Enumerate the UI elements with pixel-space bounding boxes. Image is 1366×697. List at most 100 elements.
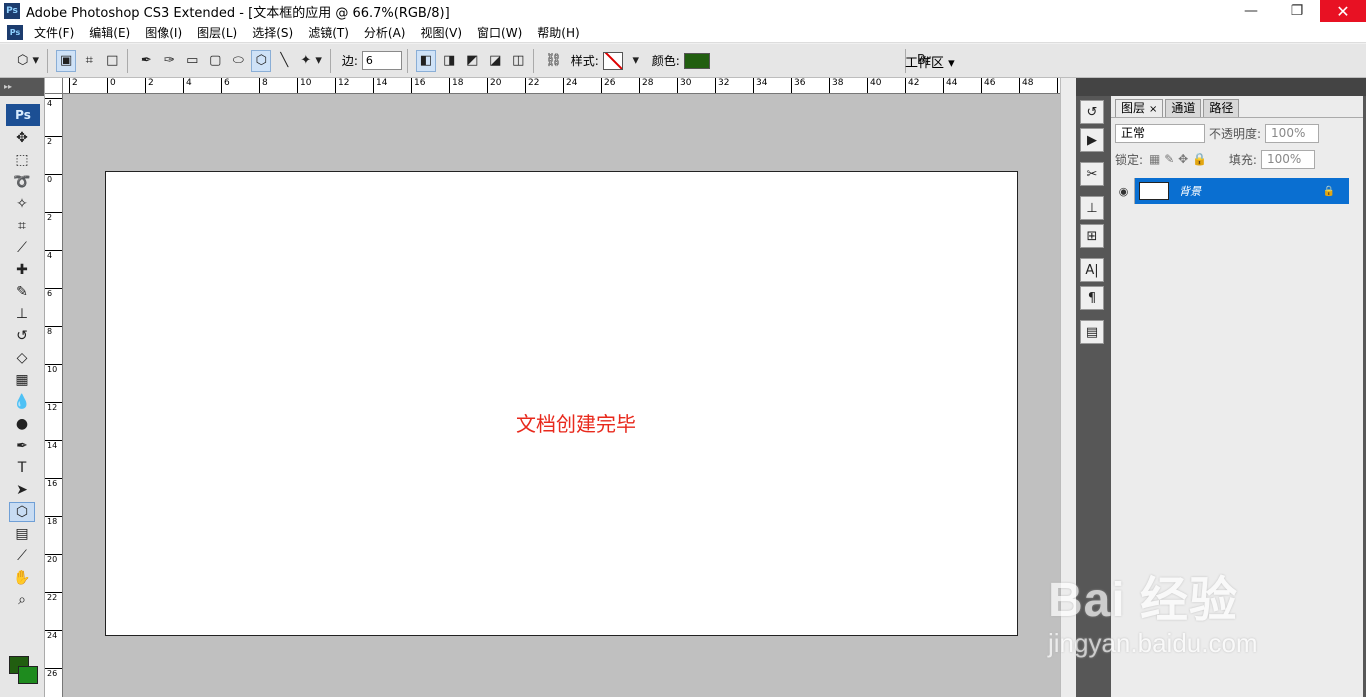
- canvas-text[interactable]: 文档创建完毕: [516, 408, 636, 437]
- menu-bar: Ps 文件(F) 编辑(E) 图像(I) 图层(L) 选择(S) 滤镜(T) 分…: [0, 22, 1366, 62]
- restore-button[interactable]: ❐: [1274, 0, 1320, 22]
- menu-edit[interactable]: 编辑(E): [85, 24, 134, 41]
- zoom-tool-icon[interactable]: ⌕: [9, 590, 35, 610]
- type-tool-icon[interactable]: T: [9, 458, 35, 478]
- eyedropper-tool-icon[interactable]: ⟋: [9, 546, 35, 566]
- divider: [406, 48, 408, 73]
- shape-layers-mode-button[interactable]: ▣: [56, 49, 77, 72]
- tab-channels[interactable]: 通道: [1165, 99, 1202, 117]
- intersect-area-button[interactable]: ◪: [485, 50, 505, 72]
- menu-help[interactable]: 帮助(H): [533, 24, 583, 41]
- close-button[interactable]: ✕: [1320, 0, 1366, 22]
- exclude-area-button[interactable]: ◫: [508, 50, 528, 72]
- tab-layers[interactable]: 图层 ×: [1115, 99, 1164, 117]
- fill-field[interactable]: 100%: [1260, 149, 1315, 169]
- gradient-tool-icon[interactable]: ▦: [9, 370, 35, 390]
- clone-stamp-tool-icon[interactable]: ⊥: [9, 304, 35, 324]
- panel-header[interactable]: [1108, 78, 1366, 96]
- eraser-tool-icon[interactable]: ◇: [9, 348, 35, 368]
- app-logo-icon: Ps: [4, 3, 20, 19]
- history-panel-icon[interactable]: ↺: [1080, 100, 1104, 124]
- menu-select[interactable]: 选择(S): [248, 24, 297, 41]
- add-area-button[interactable]: ◨: [439, 50, 459, 72]
- tool-preset-picker[interactable]: ⬡ ▾: [14, 50, 42, 72]
- opacity-field[interactable]: 100%: [1265, 123, 1320, 143]
- canvas-area[interactable]: 文档创建完毕: [63, 94, 1060, 697]
- menu-file[interactable]: 文件(F): [30, 24, 78, 41]
- sides-input[interactable]: 6: [361, 51, 402, 70]
- color-swatch[interactable]: [683, 52, 710, 69]
- pen-tool-icon[interactable]: ✒: [9, 436, 35, 456]
- ruler-tick-label: 46: [981, 78, 995, 93]
- style-dropdown-icon[interactable]: ▾: [626, 50, 646, 72]
- ruler-tick-label: 2: [145, 78, 154, 93]
- link-icon[interactable]: ⛓: [542, 50, 565, 72]
- hand-tool-icon[interactable]: ✋: [9, 568, 35, 588]
- dodge-tool-icon[interactable]: ●: [9, 414, 35, 434]
- magic-wand-tool-icon[interactable]: ✧: [9, 194, 35, 214]
- ps-logo-icon[interactable]: Ps: [6, 104, 40, 126]
- line-icon[interactable]: ╲: [274, 50, 294, 72]
- actions-panel-icon[interactable]: ▶: [1080, 128, 1104, 152]
- minimize-button[interactable]: —: [1228, 0, 1274, 22]
- marquee-tool-icon[interactable]: ⬚: [9, 150, 35, 170]
- lock-label: 锁定:: [1115, 152, 1144, 167]
- pen-icon[interactable]: ✒: [136, 50, 156, 72]
- rounded-rectangle-icon[interactable]: ▢: [205, 50, 225, 72]
- tab-paths[interactable]: 路径: [1203, 99, 1240, 117]
- style-picker[interactable]: [602, 51, 623, 70]
- ruler-tick-label: 12: [45, 402, 62, 412]
- close-tab-icon[interactable]: ×: [1149, 104, 1157, 115]
- clone-source-icon[interactable]: ⊥: [1080, 196, 1104, 220]
- ruler-tick-label: 42: [905, 78, 919, 93]
- menu-layer[interactable]: 图层(L): [193, 24, 241, 41]
- polygon-icon[interactable]: ⬡: [251, 49, 272, 72]
- history-brush-tool-icon[interactable]: ↺: [9, 326, 35, 346]
- move-tool-icon[interactable]: ✥: [9, 128, 35, 148]
- crop-tool-icon[interactable]: ⌗: [9, 216, 35, 236]
- left-ruler: 4 2 0 2 4 6 8 10 12 14 16 18 20 22 24 26: [45, 94, 63, 697]
- ruler-tick-label: 4: [45, 98, 62, 108]
- menu-view[interactable]: 视图(V): [416, 24, 466, 41]
- path-selection-tool-icon[interactable]: ➤: [9, 480, 35, 500]
- ruler-tick-label: 20: [487, 78, 501, 93]
- menu-image[interactable]: 图像(I): [141, 24, 186, 41]
- ellipse-icon[interactable]: ⬭: [228, 50, 248, 72]
- toolbox-header[interactable]: ▸▸: [0, 78, 44, 96]
- ruler-tick-label: 8: [259, 78, 268, 93]
- new-layer-combine-button[interactable]: ◧: [415, 49, 437, 72]
- paragraph-panel-icon[interactable]: ¶: [1080, 286, 1104, 310]
- eye-icon[interactable]: ◉: [1113, 178, 1135, 204]
- fill-pixels-mode-button[interactable]: □: [102, 50, 122, 72]
- polygon-tool-icon[interactable]: ⬡: [9, 502, 35, 522]
- rectangle-icon[interactable]: ▭: [182, 50, 202, 72]
- healing-brush-tool-icon[interactable]: ✚: [9, 260, 35, 280]
- brush-tool-icon[interactable]: ✎: [9, 282, 35, 302]
- background-color-swatch[interactable]: [18, 666, 38, 684]
- lock-icons[interactable]: ▦ ✎ ✥ 🔒: [1149, 152, 1207, 166]
- tool-presets-icon[interactable]: ✂: [1080, 162, 1104, 186]
- ruler-tick-label: 10: [297, 78, 311, 93]
- baidu-watermark: Bai 经验 jingyan.baidu.com: [1048, 560, 1358, 670]
- custom-shape-icon[interactable]: ✦ ▾: [297, 50, 325, 72]
- ruler-tick-label: 40: [867, 78, 881, 93]
- workspace-button[interactable]: 工作区 ▾: [905, 52, 955, 71]
- blend-mode-select[interactable]: 正常: [1115, 123, 1205, 143]
- layer-row-background[interactable]: ◉ 背景 🔒: [1113, 178, 1349, 204]
- notes-tool-icon[interactable]: ▤: [9, 524, 35, 544]
- menu-analysis[interactable]: 分析(A): [360, 24, 410, 41]
- freeform-pen-icon[interactable]: ✑: [159, 50, 179, 72]
- blur-tool-icon[interactable]: 💧: [9, 392, 35, 412]
- dock-header[interactable]: [1076, 78, 1108, 96]
- menu-window[interactable]: 窗口(W): [473, 24, 526, 41]
- document-canvas[interactable]: 文档创建完毕: [105, 171, 1018, 636]
- menu-filter[interactable]: 滤镜(T): [304, 24, 353, 41]
- brushes-panel-icon[interactable]: ⊞: [1080, 224, 1104, 248]
- divider: [47, 48, 49, 73]
- character-panel-icon[interactable]: A|: [1080, 258, 1104, 282]
- slice-tool-icon[interactable]: ⟋: [9, 238, 35, 258]
- subtract-area-button[interactable]: ◩: [462, 50, 482, 72]
- notes-panel-icon[interactable]: ▤: [1080, 320, 1104, 344]
- lasso-tool-icon[interactable]: ➰: [9, 172, 35, 192]
- paths-mode-button[interactable]: ⌗: [79, 50, 99, 72]
